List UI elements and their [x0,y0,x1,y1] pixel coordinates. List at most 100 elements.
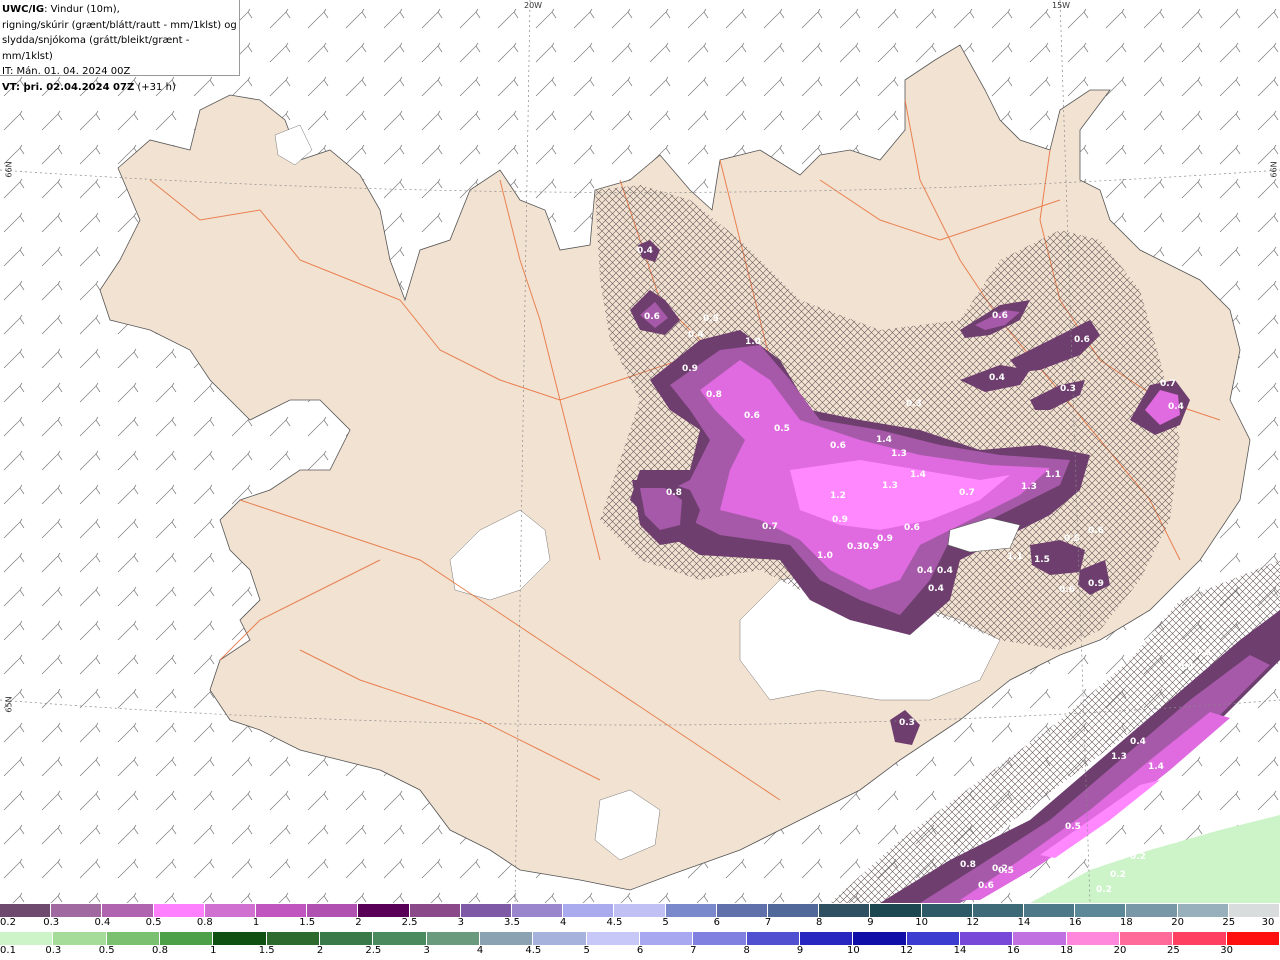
snow-legend-labels: 0.2 0.3 0.4 0.5 0.8 1 1.5 2 2.5 3 3.5 4 4.5 5 6 7 8 9 10 12… [0,917,1280,931]
rain-legend-label: 25 [1166,945,1180,956]
rain-legend-swatch [0,932,54,945]
snow-legend-label: 0.2 [0,917,16,928]
precip-value-label: 0.2 [1110,870,1126,880]
title-line3: slydda/snjókoma (grátt/bleikt/grænt - mm… [2,35,190,62]
precip-value-label: 1.1 [1007,552,1023,562]
precip-value-label: 0.7 [762,522,778,532]
precip-value-label: 1.2 [830,491,846,501]
rain-legend-swatch [1119,932,1174,945]
snow-legend-label: 4 [560,917,567,928]
precip-value-label: 0.6 [744,411,760,421]
rain-legend-label: 4 [476,945,484,956]
rain-legend-swatch [586,932,640,945]
init-time: IT: Mán. 01. 04. 2024 00Z [2,66,131,77]
precip-value-label: 1.3 [1111,752,1127,762]
rain-legend-label: 12 [900,945,914,956]
snow-legend-swatch [460,904,513,917]
rain-legend-swatch [533,932,587,945]
title-line2: rigning/skúrir (grænt/blátt/rautt - mm/1… [2,19,237,31]
snow-legend-label: 5 [662,917,669,928]
precip-value-label: 0.4 [688,330,704,340]
precip-value-label: 0.4 [1130,737,1146,747]
precip-value-label: 0.6 [1059,585,1075,595]
snow-legend-swatch [563,904,615,917]
snow-legend-swatch [409,904,461,917]
snow-legend-swatch [614,904,666,917]
snow-legend-swatch [972,904,1025,917]
snow-legend-label: 9 [867,917,874,928]
precip-value-label: 1.4 [876,435,892,445]
precip-value-label: 0.30.9 [847,542,879,552]
rain-legend-swatch [53,932,107,945]
rain-legend-swatch [693,932,747,945]
rain-legend-swatch [799,932,854,945]
snow-legend-swatch [0,904,52,917]
snow-legend-swatch [768,904,820,917]
rain-legend-label: 4.5 [525,945,542,956]
rain-legend-swatch [1066,932,1120,945]
snow-legend-bar [0,904,1280,917]
snow-legend-swatch [102,904,154,917]
snow-legend-swatch [1177,904,1229,917]
title-line1: : Vindur (10m), [44,4,120,15]
snow-legend-label: 2 [355,917,362,928]
rain-legend-swatch [426,932,480,945]
rain-legend-swatch [1226,932,1280,945]
precip-value-label: 1.4 [1148,762,1164,772]
snow-legend-swatch [1075,904,1127,917]
model-name: UWC/IG [2,4,45,15]
rain-legend-swatch [1173,932,1227,945]
snow-legend-label: 8 [816,917,823,928]
precip-value-label: 0.2 [1096,885,1112,895]
snow-legend-swatch [512,904,564,917]
precip-value-label: 0.9 [1088,579,1104,589]
valid-offset: (+31 h) [134,81,176,93]
rain-legend-swatch [479,932,534,945]
rain-legend-swatch [959,932,1014,945]
precip-value-label: 0.9 [682,364,698,374]
snow-legend-swatch [307,904,359,917]
precip-value-label: 0.4 [1235,783,1251,793]
lon-label-20w: 20W [524,1,543,10]
snow-legend-swatch [1024,904,1076,917]
rain-legend-swatch [159,932,214,945]
precip-value-label: 0.2 [1213,807,1229,817]
rain-legend-label: 1 [210,945,217,956]
rain-legend-swatch [639,932,694,945]
precip-value-label: 0.3 [899,718,915,728]
precip-value-label: 0.6 [1088,526,1104,536]
precip-value-label: 0.6 [978,881,994,891]
precip-value-label: 0.5 [774,424,790,434]
precip-value-label: 0.7 [1160,379,1176,389]
snow-legend-label: 3.5 [504,917,520,928]
precip-value-label: 0.4 [937,566,953,576]
snow-legend-label: 3 [457,917,464,928]
rain-legend-label: 8 [743,945,750,956]
snow-legend-label: 2.5 [401,917,418,928]
rain-legend-swatch [853,932,907,945]
precip-value-label: 0.5 [1064,534,1080,544]
snow-legend-swatch [1126,904,1178,917]
precip-value-label: 1.1 [1045,470,1061,480]
precip-value-label: 0.5 [998,866,1014,876]
precip-value-label: 0.4 [637,246,653,256]
precip-value-label: 0.6 [992,311,1008,321]
precip-value-label: 0.5 [703,314,719,324]
precip-value-label: 0.9 [877,534,893,544]
precip-value-label: 0.8 [666,488,682,498]
weather-map [0,0,1280,903]
snow-legend-label: 1 [252,917,260,928]
rain-legend-label: 1.5 [258,945,275,956]
snow-legend-swatch [870,904,922,917]
snow-legend-swatch [256,904,308,917]
snow-legend-swatch [716,904,769,917]
precip-value-label: 0.6 [644,312,660,322]
rain-legend-swatch [319,932,374,945]
precip-value-label: 1.5 [1034,555,1050,565]
snow-legend-label: 12 [966,917,980,928]
lat-label-65n-left: 65N [4,696,14,713]
snow-legend-label: 1.5 [299,917,316,928]
precip-value-label: 0.9 [832,515,848,525]
snow-legend-swatch [819,904,871,917]
snow-legend-swatch [921,904,973,917]
